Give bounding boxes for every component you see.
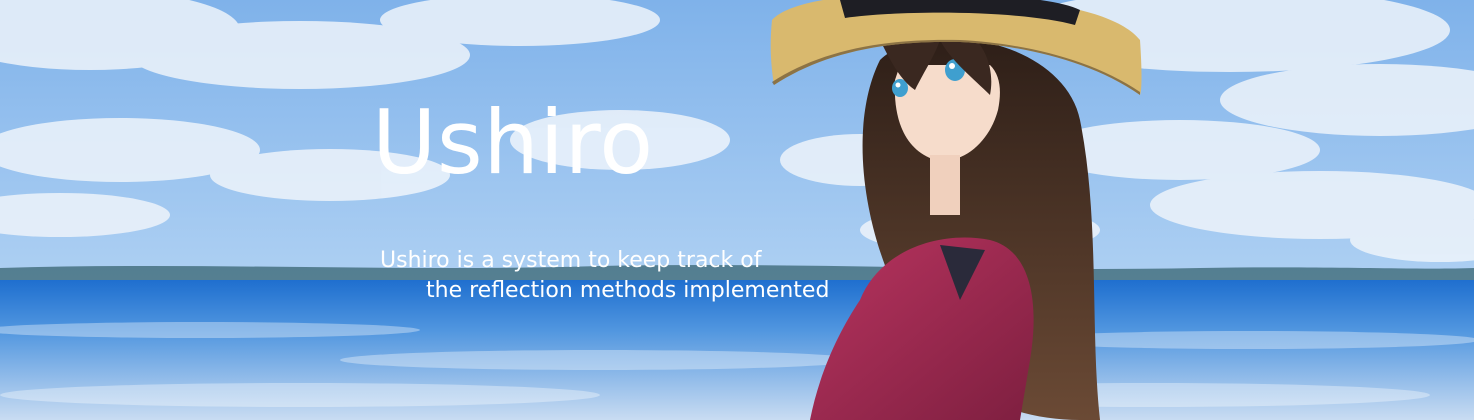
banner-illustration: [0, 0, 1474, 420]
banner-subtitle: Ushiro is a system to keep track of the …: [380, 246, 829, 306]
girl-neck: [930, 155, 960, 215]
subtitle-line-2: the reflection methods implemented: [426, 278, 830, 303]
banner: Ushiro Ushiro is a system to keep track …: [0, 0, 1474, 420]
subtitle-line-1: Ushiro is a system to keep track of: [380, 248, 762, 273]
banner-title: Ushiro: [372, 91, 654, 194]
